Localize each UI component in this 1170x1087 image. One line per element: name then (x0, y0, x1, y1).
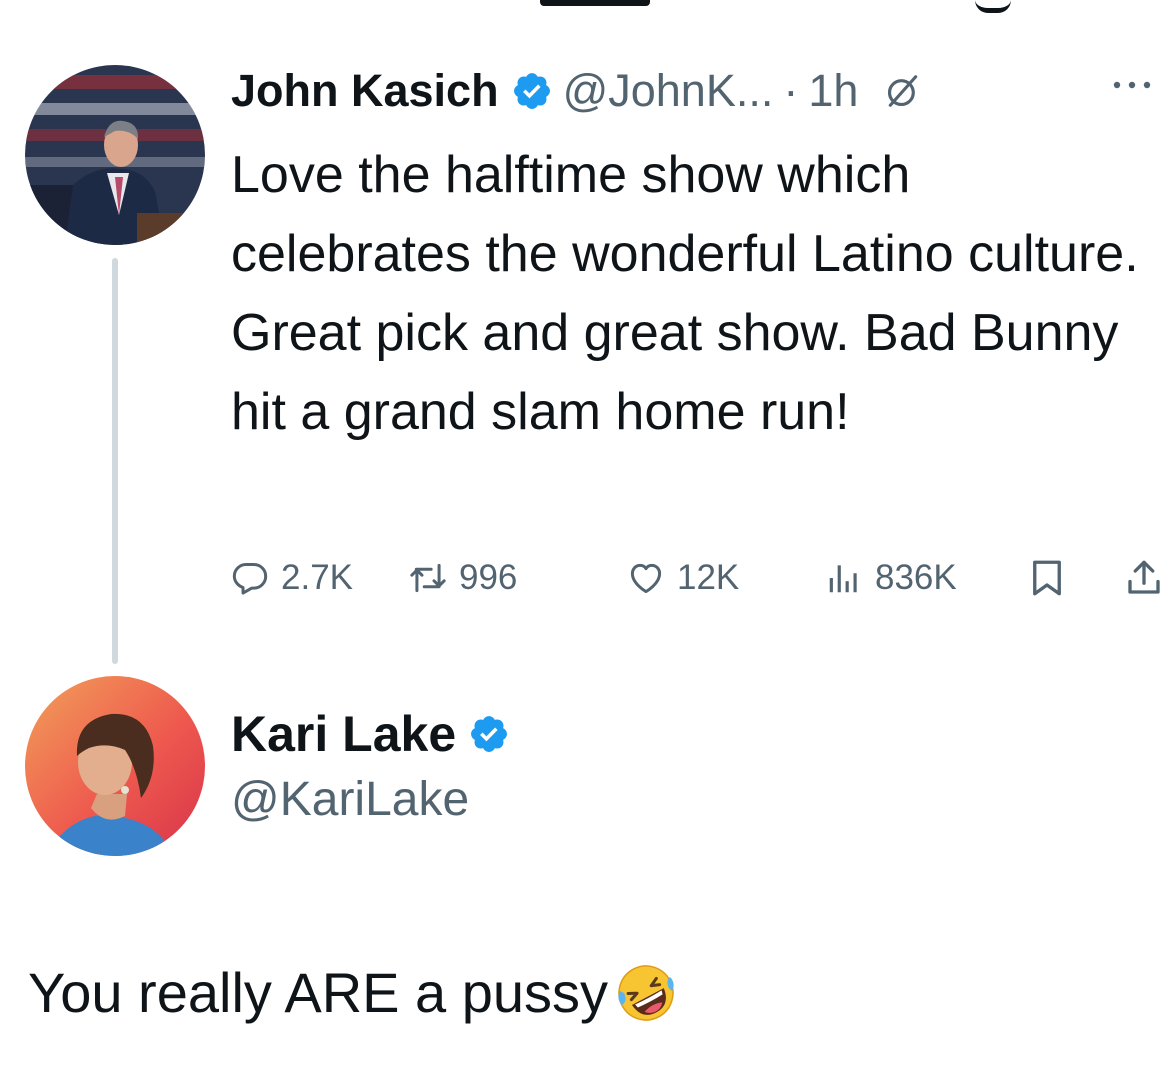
reply-button[interactable]: 2.7K (231, 553, 353, 603)
bookmark-button[interactable] (1026, 553, 1068, 603)
retweet-icon (410, 563, 446, 593)
tweet-text: Love the halftime show which celebrates … (231, 146, 1139, 441)
share-icon (1128, 560, 1160, 594)
retweet-button[interactable]: 996 (409, 553, 517, 603)
rolling-on-floor-laughing-emoji (618, 964, 674, 1021)
views-count: 836K (875, 558, 957, 597)
verified-badge-icon (513, 73, 550, 109)
top-edge-cutoff (0, 0, 1170, 14)
heart-icon (630, 563, 662, 594)
reply-icon (232, 563, 268, 595)
verified-badge-icon (471, 716, 508, 752)
avatar-kari-lake[interactable] (25, 676, 205, 856)
avatar-image (25, 65, 205, 245)
author-handle[interactable]: @JohnK... (563, 65, 774, 117)
grok-icon[interactable] (884, 72, 922, 110)
avatar-john-kasich[interactable] (25, 65, 205, 245)
reply-text-row: You really ARE a pussy (28, 960, 678, 1025)
share-button[interactable] (1123, 553, 1165, 603)
like-count: 12K (677, 558, 740, 597)
tweet-timestamp[interactable]: 1h (808, 65, 858, 117)
reply-author-row: Kari Lake (231, 700, 1170, 768)
like-button[interactable]: 12K (627, 553, 739, 603)
views-button[interactable]: 836K (825, 553, 957, 603)
bookmark-icon (1033, 560, 1061, 596)
reply-author-handle[interactable]: @KariLake (231, 772, 1170, 827)
tweet-header: John Kasich @JohnK... · 1h (231, 60, 1170, 122)
reply-text: You really ARE a pussy (28, 961, 609, 1024)
avatar-image (25, 676, 205, 856)
separator-dot: · (783, 65, 799, 116)
more-icon[interactable] (1112, 80, 1152, 90)
reply-author-name[interactable]: Kari Lake (231, 705, 456, 763)
retweet-count: 996 (459, 558, 518, 597)
tweet-action-bar: 2.7K 996 12K 836K (231, 553, 1170, 603)
tweet-john-kasich[interactable]: John Kasich @JohnK... · 1h Love the half… (231, 60, 1170, 597)
author-name[interactable]: John Kasich (231, 65, 499, 117)
reply-kari-lake[interactable]: Kari Lake @KariLake (231, 700, 1170, 827)
views-icon (829, 565, 857, 593)
thread-connector-line (112, 258, 118, 664)
reply-count: 2.7K (281, 558, 353, 597)
